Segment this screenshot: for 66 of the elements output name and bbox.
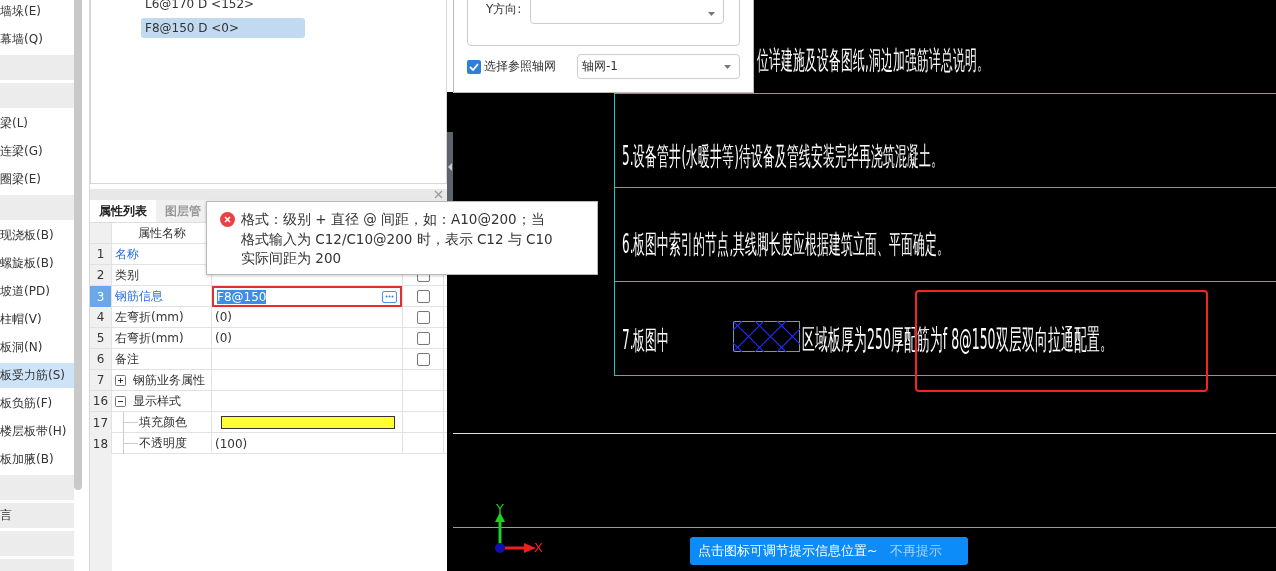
hatched-region-drawing xyxy=(733,321,800,352)
caret-icon xyxy=(724,64,731,69)
property-name: 备注 xyxy=(115,350,139,368)
sidebar-item[interactable]: 柱帽(V) xyxy=(0,307,74,332)
sidebar-item[interactable]: 坡道(PD) xyxy=(0,279,74,304)
error-icon xyxy=(220,212,235,227)
reference-grid-dropdown[interactable]: 轴网-1 xyxy=(577,54,740,79)
sidebar-item[interactable]: 螺旋板(B) xyxy=(0,251,74,276)
sidebar-item[interactable]: 连梁(G) xyxy=(0,139,74,164)
sidebar-item[interactable]: 幕墙(Q) xyxy=(0,27,74,52)
error-message-line: 实际间距为 200 xyxy=(241,249,343,268)
panel-tab[interactable]: 属性列表 xyxy=(90,200,156,222)
property-value: (0) xyxy=(215,310,232,324)
sidebar-item[interactable]: 板加腋(B) xyxy=(0,447,74,472)
scrollbar-thumb[interactable] xyxy=(74,0,82,490)
sidebar-item[interactable]: 现浇板(B) xyxy=(0,223,74,248)
hint-message: 点击图标可调节提示信息位置~ xyxy=(698,542,878,560)
checkbox[interactable] xyxy=(416,290,430,303)
property-name: 显示样式 xyxy=(133,392,181,410)
column-header: 属性名称 xyxy=(137,224,186,242)
property-name: 左弯折(mm) xyxy=(115,308,184,326)
row-number: 17 xyxy=(90,412,112,433)
drawing-note: 5.设备管井(水暖井等)待设备及管线安装完毕再浇筑混凝土。 xyxy=(622,140,943,172)
rebar-list-item[interactable]: F8@150 D <0> xyxy=(141,18,305,38)
drawing-note: 位详建施及设备图纸,洞边加强筋详总说明。 xyxy=(757,44,989,76)
error-message-line: 格式输入为 C12/C10@200 时，表示 C12 与 C10 xyxy=(241,229,553,249)
property-name: 填充颜色 xyxy=(139,414,187,431)
property-value: (100) xyxy=(215,436,248,451)
property-name: 钢筋信息 xyxy=(115,288,163,305)
checkbox[interactable] xyxy=(416,352,430,366)
checkbox[interactable] xyxy=(467,59,481,74)
sidebar-item[interactable]: 板受力筋(S) xyxy=(0,363,74,388)
axis-label: X xyxy=(534,541,543,554)
expand-icon[interactable] xyxy=(115,374,126,386)
sidebar-item[interactable]: 梁(L) xyxy=(0,111,74,136)
error-message-line: 格式：级别 + 直径 @ 间距，如：A10@200；当 xyxy=(241,210,546,229)
checkbox[interactable] xyxy=(416,331,430,345)
property-name: 类别 xyxy=(115,266,139,284)
caret-icon xyxy=(708,12,716,16)
checkbox[interactable] xyxy=(416,310,430,324)
axis-label: Y xyxy=(496,502,504,515)
color-swatch[interactable] xyxy=(221,416,395,429)
sidebar-item[interactable]: 板负筋(F) xyxy=(0,391,74,416)
drawing-note: 6.板图中索引的节点,其线脚长度应根据建筑立面、平面确定。 xyxy=(622,228,950,260)
sidebar-item[interactable]: 圈梁(E) xyxy=(0,167,74,192)
ellipsis-icon xyxy=(385,295,394,298)
property-name: 不透明度 xyxy=(139,435,187,452)
row-number: 18 xyxy=(90,433,112,454)
checkbox-label: 选择参照轴网 xyxy=(484,58,557,75)
sidebar-item[interactable]: 板洞(N) xyxy=(0,335,74,360)
sidebar-item[interactable]: 墙垛(E) xyxy=(0,0,74,24)
sidebar-group-header[interactable]: 言 xyxy=(0,503,74,528)
collapse-arrow-icon xyxy=(448,163,452,171)
drawing-note: 7.板图中 xyxy=(622,324,670,356)
property-name: 右弯折(mm) xyxy=(115,329,184,347)
property-name: 名称 xyxy=(115,245,139,263)
collapse-icon[interactable] xyxy=(115,395,126,407)
close-icon[interactable] xyxy=(434,190,443,199)
more-button[interactable] xyxy=(382,290,397,303)
check-icon xyxy=(469,62,479,71)
row-number: 3 xyxy=(90,286,112,307)
field-label: Y方向: xyxy=(486,1,522,18)
sidebar-item[interactable]: 楼层板带(H) xyxy=(0,419,74,444)
property-name: 钢筋业务属性 xyxy=(133,371,205,389)
property-value: (0) xyxy=(215,331,232,345)
panel-collapse-handle[interactable] xyxy=(447,132,453,202)
